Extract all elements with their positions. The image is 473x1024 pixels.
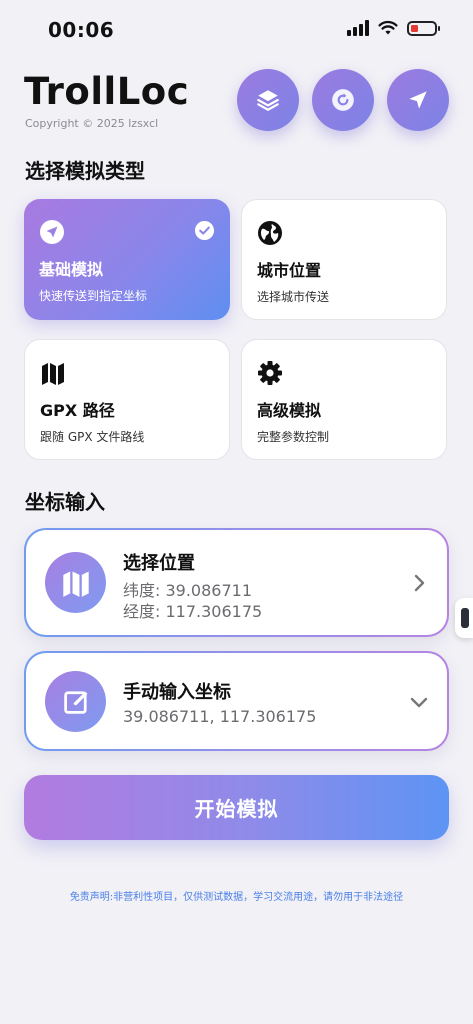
manual-input-value[interactable]: 39.086711, 117.306175: [123, 707, 316, 726]
manual-input-title: 手动输入坐标: [123, 682, 231, 703]
mode-card-subtitle: 快速传送到指定坐标: [39, 289, 148, 303]
refresh-icon: [332, 89, 354, 111]
mode-card-city[interactable]: 城市位置 选择城市传送: [241, 199, 447, 320]
app-title: TrollLoc: [24, 70, 190, 113]
mode-card-advanced[interactable]: 高级模拟 完整参数控制: [241, 339, 447, 460]
mode-card-subtitle: 完整参数控制: [257, 430, 330, 444]
wifi-icon: [378, 20, 398, 35]
status-icons: [347, 20, 440, 36]
disclaimer-text: 免责声明:非营利性项目，仅供测试数据，学习交流用途，请勿用于非法途径: [69, 892, 404, 903]
coord-section-title: 坐标输入: [25, 490, 105, 514]
manual-input-icon-circle: [45, 671, 106, 732]
mode-card-title: 高级模拟: [257, 401, 322, 420]
mode-card-gpx[interactable]: GPX 路径 跟随 GPX 文件路线: [24, 339, 230, 460]
floating-side-tab[interactable]: [455, 598, 473, 638]
status-bar: 00:06: [0, 0, 473, 62]
location-button[interactable]: [387, 69, 449, 131]
select-location-title: 选择位置: [123, 553, 195, 574]
location-arrow-icon: [40, 220, 64, 244]
mode-section-title: 选择模拟类型: [25, 159, 145, 183]
gear-icon: [258, 361, 282, 385]
refresh-button[interactable]: [312, 69, 374, 131]
layers-button[interactable]: [237, 69, 299, 131]
navigation-arrow-icon: [409, 91, 427, 109]
longitude-text: 经度: 117.306175: [123, 602, 263, 621]
map-icon: [42, 363, 64, 385]
battery-level: [411, 24, 418, 32]
chevron-down-icon[interactable]: [409, 692, 429, 712]
battery-icon: [407, 20, 440, 36]
check-icon: [194, 220, 215, 241]
mode-card-subtitle: 选择城市传送: [257, 290, 330, 304]
mode-card-title: 城市位置: [257, 261, 322, 280]
manual-input-card[interactable]: 手动输入坐标 39.086711, 117.306175: [24, 651, 449, 751]
copyright-text: Copyright © 2025 lzsxcl: [25, 117, 159, 130]
mode-card-title: GPX 路径: [40, 401, 115, 420]
edit-icon: [63, 690, 88, 714]
status-time: 00:06: [48, 18, 115, 42]
map-icon: [62, 570, 89, 597]
start-simulation-button[interactable]: 开始模拟: [24, 775, 449, 840]
chevron-right-icon: [414, 574, 425, 592]
mode-card-basic[interactable]: 基础模拟 快速传送到指定坐标: [24, 199, 230, 320]
cellular-signal-icon: [347, 20, 369, 36]
layers-icon: [257, 90, 279, 111]
globe-icon: [258, 221, 282, 245]
select-location-icon-circle: [45, 552, 106, 613]
mode-card-title: 基础模拟: [39, 260, 104, 279]
select-location-card[interactable]: 选择位置 纬度: 39.086711 经度: 117.306175: [24, 528, 449, 637]
mode-card-subtitle: 跟随 GPX 文件路线: [40, 430, 145, 444]
